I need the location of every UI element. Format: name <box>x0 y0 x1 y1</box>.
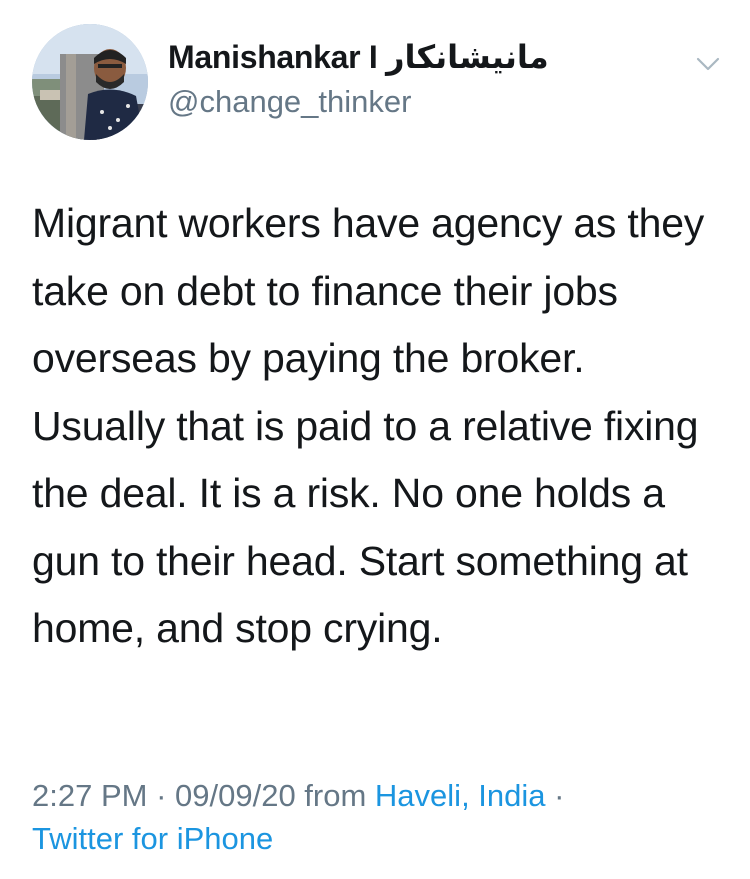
display-name[interactable]: Manishankar I مانیشانکار <box>168 38 549 76</box>
user-handle[interactable]: @change_thinker <box>168 84 411 120</box>
user-name-row[interactable]: Manishankar I مانیشانکار <box>168 38 549 76</box>
meta-separator: · <box>545 778 565 813</box>
source-link[interactable]: Twitter for iPhone <box>32 821 273 856</box>
tweet-meta: 2:27 PM · 09/09/20 from Haveli, India · … <box>32 774 722 860</box>
avatar[interactable] <box>32 24 148 140</box>
tweet-text: Migrant workers have agency as they take… <box>32 200 705 651</box>
chevron-down-icon[interactable] <box>692 48 724 80</box>
avatar-image <box>32 24 148 140</box>
meta-separator: · <box>147 778 176 813</box>
from-label: from <box>295 778 375 813</box>
location-link[interactable]: Haveli, India <box>375 778 546 813</box>
tweet-date[interactable]: 09/09/20 <box>175 778 296 813</box>
tweet-card: Manishankar I مانیشانکار @change_thinker… <box>0 0 750 879</box>
tweet-time[interactable]: 2:27 PM <box>32 778 147 813</box>
